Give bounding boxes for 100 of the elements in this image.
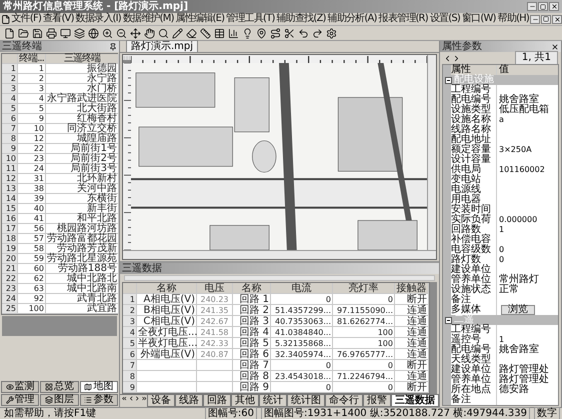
table-cell: 连通 xyxy=(395,316,429,327)
close-button[interactable] xyxy=(549,2,559,11)
table-cell: 断开 xyxy=(395,382,429,393)
property-value: 路灯管理处 xyxy=(498,375,550,385)
globe-icon[interactable] xyxy=(88,28,99,38)
menu-item[interactable]: 数据录入(I) xyxy=(74,13,122,25)
status-text: 数字 xyxy=(534,407,560,419)
folder-icon[interactable] xyxy=(18,28,29,38)
menu-item[interactable]: 设置(S) xyxy=(428,13,461,25)
menu-item[interactable]: 辅助分析(A) xyxy=(326,13,378,25)
ruler-icon[interactable] xyxy=(200,28,211,38)
table-cell: 56 xyxy=(18,224,46,234)
bar-chart-icon[interactable] xyxy=(228,28,239,38)
row-number: 5 xyxy=(2,104,18,114)
sheet-tab[interactable]: 三遥数据 xyxy=(391,395,439,407)
pin-icon[interactable] xyxy=(109,42,117,50)
row-number: 24 xyxy=(2,294,18,304)
printer-icon[interactable] xyxy=(46,28,57,38)
sheet-tab[interactable]: 报警 xyxy=(363,395,391,407)
row-number: 21 xyxy=(2,264,18,274)
eraser-icon[interactable] xyxy=(186,28,197,38)
sheet-tab[interactable]: 回路 xyxy=(203,395,231,407)
column-header[interactable]: 电流 xyxy=(271,283,333,294)
collapse-icon[interactable] xyxy=(445,76,452,84)
save-icon[interactable] xyxy=(32,28,43,38)
previous-icon[interactable] xyxy=(128,395,134,402)
previous-icon[interactable] xyxy=(443,54,452,62)
table-cell: 32.3405974... xyxy=(271,349,333,360)
file-icon[interactable] xyxy=(4,28,15,38)
panel-tab[interactable]: 监测 xyxy=(1,381,40,393)
move-icon[interactable] xyxy=(130,28,141,38)
sheet-tab[interactable]: 命令行 xyxy=(325,395,363,407)
sheet-tab[interactable]: 线路 xyxy=(175,395,203,407)
minimize-button[interactable] xyxy=(527,2,537,11)
table-cell: 劳动路芳茂新 xyxy=(46,244,119,254)
column-header[interactable]: 亮灯率 xyxy=(333,283,395,294)
column-header[interactable]: 终端... xyxy=(18,54,46,64)
menu-item[interactable]: 窗口(W) xyxy=(460,13,497,25)
table-cell: 北大街路 xyxy=(46,104,119,114)
row-number: 17 xyxy=(2,224,18,234)
scrollbar[interactable] xyxy=(427,55,436,250)
menu-item[interactable]: 查看(V) xyxy=(42,13,75,25)
column-header[interactable]: 三遥终端 xyxy=(46,54,119,64)
next-icon[interactable] xyxy=(134,395,140,402)
map-pin-icon[interactable] xyxy=(256,28,267,38)
menu-item[interactable]: 报表管理(R) xyxy=(378,13,429,25)
table-cell: 局前街3号 xyxy=(46,164,119,174)
route-icon[interactable] xyxy=(270,28,281,38)
property-value: 常州路灯 xyxy=(498,275,540,285)
table-icon[interactable] xyxy=(214,28,225,38)
input-field[interactable] xyxy=(124,275,435,281)
table-cell: 城隍庙路 xyxy=(46,134,119,144)
settings-icon[interactable] xyxy=(326,28,337,38)
layers-icon[interactable] xyxy=(74,28,85,38)
menu-item[interactable]: 管理工具(T) xyxy=(225,13,276,25)
last-icon[interactable] xyxy=(140,395,147,402)
column-header[interactable]: 接触器 xyxy=(395,283,429,294)
collapse-icon[interactable] xyxy=(445,316,452,324)
table-cell: 连通 xyxy=(395,327,429,338)
scissors-icon[interactable] xyxy=(284,28,295,38)
panel-tab[interactable]: 地图 xyxy=(80,381,118,393)
table-cell xyxy=(197,360,233,371)
panel-tab[interactable]: 管理 xyxy=(1,394,40,406)
column-header[interactable]: 电压 xyxy=(197,283,233,294)
redo-icon[interactable] xyxy=(312,28,323,38)
menu-item[interactable]: 帮助(H) xyxy=(496,13,530,25)
property-value: 正常 xyxy=(498,285,520,295)
next-icon[interactable] xyxy=(452,54,461,62)
menu-item[interactable]: 数据维护(M) xyxy=(122,13,175,25)
menu-item[interactable]: 文件(F) xyxy=(10,13,42,25)
column-header[interactable]: 名称 xyxy=(137,283,197,294)
hand-icon[interactable] xyxy=(144,28,155,38)
row-number: 1 xyxy=(2,64,18,74)
sheet-tab[interactable]: 统计 xyxy=(259,395,287,407)
menu-item[interactable]: 属性编辑(E) xyxy=(174,13,226,25)
panel-tab[interactable]: 总览 xyxy=(40,381,79,393)
column-header[interactable]: 名称 xyxy=(233,283,271,294)
first-icon[interactable] xyxy=(121,395,128,402)
document-tab[interactable]: 路灯演示.mpj xyxy=(126,40,198,52)
sheet-tab[interactable]: 其他 xyxy=(231,395,259,407)
lightbulb-icon[interactable] xyxy=(242,28,253,38)
undo-icon[interactable] xyxy=(298,28,309,38)
scrollbar[interactable] xyxy=(123,250,436,259)
close-button[interactable] xyxy=(552,14,562,24)
table-cell: 63 xyxy=(18,284,46,294)
panel-tab[interactable]: 参数 xyxy=(80,394,118,406)
table-cell: 4 xyxy=(18,94,46,104)
panel-tab[interactable]: 图层 xyxy=(40,394,79,406)
browse-button[interactable]: 浏览 xyxy=(501,305,535,315)
monitor-icon[interactable] xyxy=(60,28,71,38)
close-icon[interactable] xyxy=(551,42,559,50)
minimize-button[interactable] xyxy=(530,14,540,24)
sheet-tab[interactable]: 统计图 xyxy=(287,395,325,407)
row-number: 6 xyxy=(2,114,18,124)
sheet-tab[interactable]: 设备 xyxy=(147,395,175,407)
zoom-out-icon[interactable] xyxy=(116,28,127,38)
menu-item[interactable]: 辅助查找(Z) xyxy=(276,13,327,25)
zoom-in-icon[interactable] xyxy=(102,28,113,38)
search-icon[interactable] xyxy=(158,28,169,38)
pencil-icon[interactable] xyxy=(172,28,183,38)
